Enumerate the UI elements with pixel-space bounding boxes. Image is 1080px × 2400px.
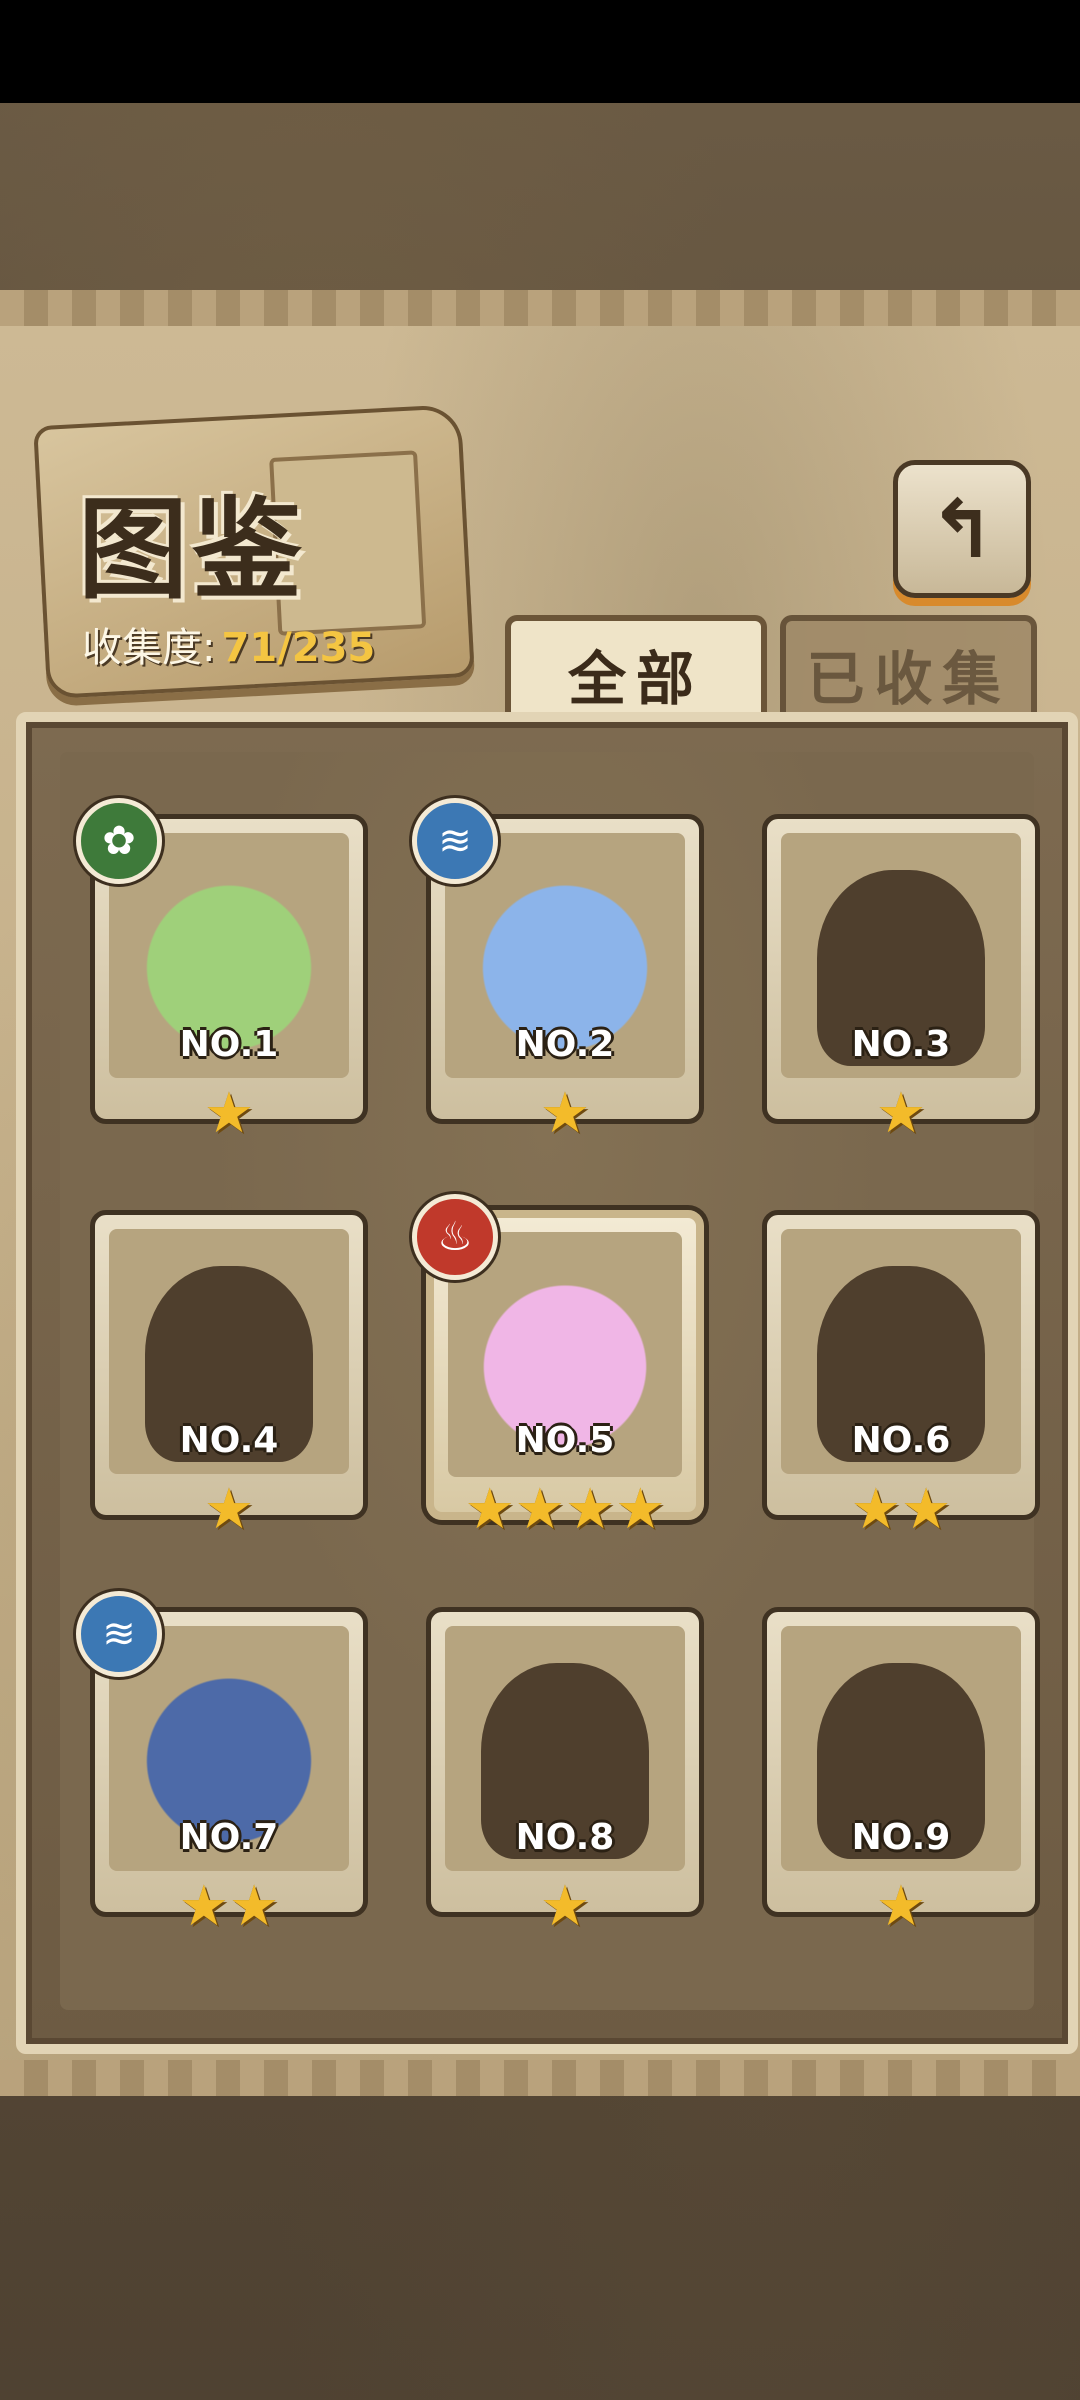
- bottom-zigzag-border: [0, 2060, 1080, 2096]
- card-number: NO.9: [851, 1817, 951, 1858]
- card-number: NO.7: [179, 1817, 279, 1858]
- card-number: NO.1: [179, 1024, 279, 1065]
- back-arrow-icon: ↰: [928, 482, 996, 576]
- card-number: NO.4: [179, 1420, 279, 1461]
- status-bar: [0, 0, 1080, 103]
- card-number: NO.8: [515, 1817, 615, 1858]
- monster-card[interactable]: NO.2 ★ ≋: [412, 798, 704, 1144]
- tab-all-label: 全部: [567, 644, 704, 713]
- star-rating: ★: [539, 1081, 591, 1146]
- monster-card[interactable]: NO.8 ★: [426, 1607, 704, 1937]
- collection-value: 71/235: [221, 625, 376, 671]
- monster-card[interactable]: NO.5 ★★★★ ♨: [412, 1194, 704, 1540]
- star-rating: ★★: [850, 1477, 952, 1542]
- monster-card[interactable]: NO.3 ★: [762, 814, 1040, 1144]
- card-frame: [762, 814, 1040, 1124]
- card-frame: [762, 1607, 1040, 1917]
- star-rating: ★: [203, 1081, 255, 1146]
- monster-card[interactable]: NO.7 ★★ ≋: [76, 1591, 368, 1937]
- card-frame: [426, 1607, 704, 1917]
- monster-card[interactable]: NO.9 ★: [762, 1607, 1040, 1937]
- card-frame: [762, 1210, 1040, 1520]
- star-rating: ★★: [178, 1874, 280, 1939]
- tab-collected-label: 已收集: [806, 644, 1011, 713]
- monster-card[interactable]: NO.1 ★ ✿: [76, 798, 368, 1144]
- star-rating: ★: [875, 1081, 927, 1146]
- water-element-icon: ≋: [76, 1591, 162, 1677]
- collection-label: 收集度:: [82, 625, 216, 671]
- top-zigzag-border: [0, 290, 1080, 326]
- star-rating: ★: [875, 1874, 927, 1939]
- collection-progress: 收集度: 71/235: [82, 615, 375, 673]
- monster-card[interactable]: NO.6 ★★: [762, 1210, 1040, 1540]
- water-element-icon: ≋: [412, 798, 498, 884]
- collection-panel: NO.1 ★ ✿ NO.2 ★ ≋ NO.3 ★ NO.4 ★ NO.5 ★★★★ ♨ NO.6 ★★ NO.…: [16, 712, 1078, 2054]
- card-number: NO.3: [851, 1024, 951, 1065]
- star-rating: ★: [539, 1874, 591, 1939]
- card-number: NO.2: [515, 1024, 615, 1065]
- monster-card[interactable]: NO.4 ★: [90, 1210, 368, 1540]
- tab-collected[interactable]: 已收集: [780, 615, 1037, 726]
- tab-all[interactable]: 全部: [505, 615, 767, 726]
- card-frame: [90, 1210, 368, 1520]
- star-rating: ★★★★: [464, 1477, 666, 1542]
- card-number: NO.6: [851, 1420, 951, 1461]
- page-title: 图鉴: [78, 486, 306, 614]
- back-button[interactable]: ↰: [893, 460, 1031, 598]
- fire-element-icon: ♨: [412, 1194, 498, 1280]
- leaf-element-icon: ✿: [76, 798, 162, 884]
- card-number: NO.5: [515, 1420, 615, 1461]
- card-grid: NO.1 ★ ✿ NO.2 ★ ≋ NO.3 ★ NO.4 ★ NO.5 ★★★★ ♨ NO.6 ★★ NO.…: [60, 752, 1040, 2010]
- star-rating: ★: [203, 1477, 255, 1542]
